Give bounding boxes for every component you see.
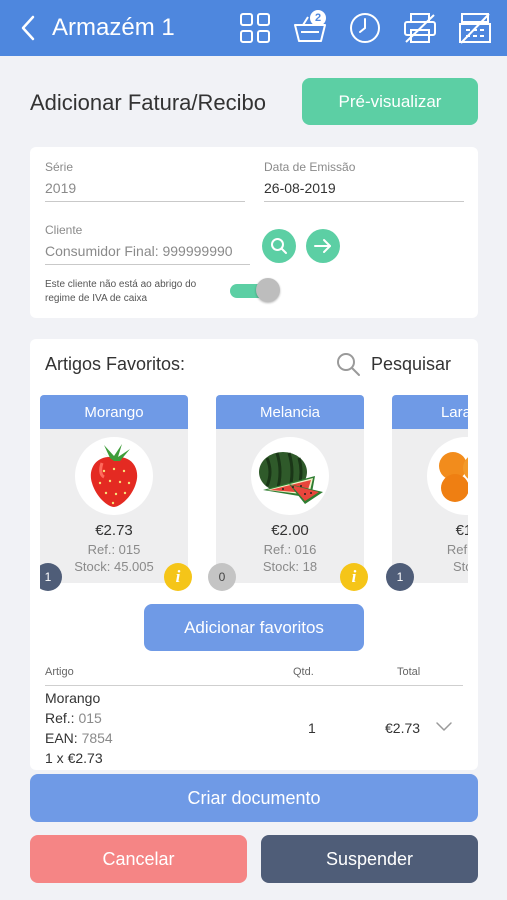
preview-button[interactable]: Pré-visualizar (302, 78, 478, 125)
add-favorites-button[interactable]: Adicionar favoritos (144, 604, 364, 651)
page-title: Adicionar Fatura/Recibo (30, 90, 267, 115)
ean-value: 7854 (81, 730, 113, 746)
column-header-qty: Qtd. (293, 666, 314, 678)
grid-button[interactable] (235, 8, 275, 48)
warehouse-title[interactable]: Armazém 1 (52, 14, 235, 42)
line-item-expand-button[interactable] (435, 719, 453, 737)
document-form-card: Série 2019 Data de Emissão 26-08-2019 Cl… (30, 147, 478, 318)
ref-label: Ref.: (45, 710, 75, 726)
favorite-ref: Ref.: 015 (87, 542, 141, 557)
suspend-button[interactable]: Suspender (261, 835, 478, 883)
column-header-total: Total (397, 666, 421, 678)
orange-image (427, 437, 468, 515)
favorite-qty-badge: 0 (208, 563, 236, 591)
back-icon (21, 15, 35, 41)
search-label: Pesquisar (371, 353, 452, 374)
basket-count-badge: 2 (310, 10, 326, 26)
favorite-ref: Ref.: 0 (446, 542, 468, 557)
favorites-search-button[interactable]: Pesquisar (335, 351, 451, 377)
favorite-name: Melancia (216, 395, 364, 429)
no-printer-icon (404, 13, 436, 43)
favorite-price: €1. (455, 522, 468, 539)
line-item-ref: Ref.: 015 (45, 710, 102, 726)
cancel-button[interactable]: Cancelar (30, 835, 247, 883)
clock-icon (350, 13, 380, 43)
arrow-right-icon (314, 239, 331, 253)
serie-underline (45, 201, 245, 202)
basket-button[interactable]: 2 (290, 8, 330, 48)
line-item-ean: EAN: 7854 (45, 730, 113, 746)
create-document-button[interactable]: Criar documento (30, 774, 478, 822)
info-icon[interactable]: i (340, 563, 368, 591)
no-register-icon (459, 13, 491, 44)
favorite-card[interactable]: Morango €2.73 Ref.: 015 Stock: 45.005 (40, 395, 188, 583)
header-divider (45, 685, 463, 686)
grid-icon (240, 13, 270, 43)
toggle-knob (256, 278, 280, 302)
date-underline (264, 201, 464, 202)
client-label: Cliente (45, 223, 83, 237)
date-field[interactable]: 26-08-2019 (264, 180, 336, 196)
back-button[interactable] (8, 0, 48, 56)
articles-card: Artigos Favoritos: Pesquisar Morango €2.… (30, 339, 478, 770)
line-item-calc: 1 x €2.73 (45, 750, 103, 766)
search-icon (337, 353, 360, 376)
column-header-article: Artigo (45, 666, 74, 678)
info-icon[interactable]: i (164, 563, 192, 591)
vat-cash-toggle[interactable] (230, 278, 280, 302)
watermelon-image (251, 437, 329, 515)
favorite-name: Laranja (392, 395, 468, 429)
favorite-ref: Ref.: 016 (263, 542, 317, 557)
top-bar: Armazém 1 2 (0, 0, 507, 56)
ean-label: EAN: (45, 730, 78, 746)
register-button[interactable] (455, 8, 495, 48)
chevron-down-icon (436, 722, 452, 731)
history-button[interactable] (345, 8, 385, 48)
line-item-qty[interactable]: 1 (308, 720, 316, 736)
favorite-card[interactable]: Laranja €1. Ref.: 0 Stoc (392, 395, 468, 583)
client-underline (45, 264, 250, 265)
printer-button[interactable] (400, 8, 440, 48)
date-label: Data de Emissão (264, 160, 356, 174)
favorite-card[interactable]: Melancia €2.00 Ref.: 016 Stock: 18 (216, 395, 364, 583)
serie-field[interactable]: 2019 (45, 180, 76, 196)
strawberry-image (75, 437, 153, 515)
vat-cash-note: Este cliente não está ao abrigo do regim… (45, 279, 197, 304)
favorite-name: Morango (40, 395, 188, 429)
line-item-name[interactable]: Morango (45, 690, 100, 706)
favorite-price: €2.00 (271, 522, 309, 539)
favorite-price: €2.73 (95, 522, 133, 539)
ref-value: 015 (78, 710, 102, 726)
client-search-button[interactable] (262, 229, 296, 263)
line-item-total: €2.73 (385, 720, 421, 736)
serie-label: Série (45, 160, 74, 174)
favorites-carousel[interactable]: Morango €2.73 Ref.: 015 Stock: 45.005 1 … (40, 395, 468, 595)
search-icon (271, 238, 287, 254)
favorite-qty-badge: 1 (40, 563, 62, 591)
favorites-title: Artigos Favoritos: (45, 354, 186, 374)
favorite-qty-badge: 1 (386, 563, 414, 591)
client-field[interactable]: Consumidor Final: 999999990 (45, 243, 250, 259)
client-details-button[interactable] (306, 229, 340, 263)
